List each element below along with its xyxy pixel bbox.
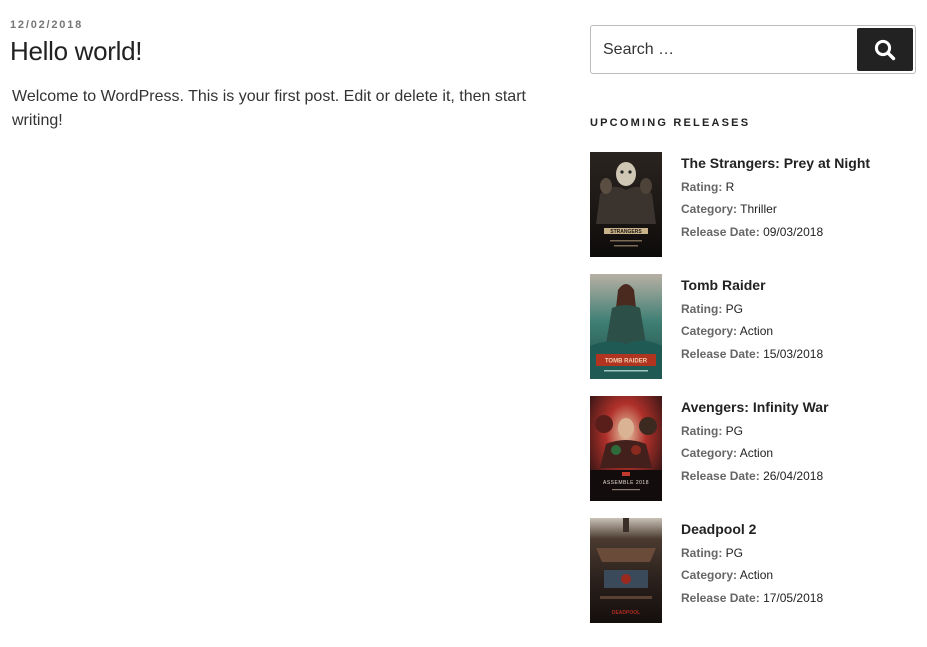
rating-label: Rating:: [681, 301, 723, 316]
movie-rating: Rating: R: [681, 180, 916, 195]
movie-info: Deadpool 2 Rating: PG Category: Action R…: [681, 520, 916, 606]
movie-category: Category: Thriller: [681, 202, 916, 217]
movie-poster[interactable]: ASSEMBLE 2018: [590, 396, 662, 501]
list-item: DEADPOOL Deadpool 2 Rating: PG Category:…: [590, 518, 916, 640]
release-date-label: Release Date:: [681, 346, 760, 361]
search-form: [590, 25, 916, 74]
post-title[interactable]: Hello world!: [10, 36, 550, 66]
poster-title: ASSEMBLE 2018: [603, 480, 649, 486]
category-label: Category:: [681, 202, 738, 216]
rating-label: Rating:: [681, 423, 723, 438]
movie-list: STRANGERS The Strangers: Prey at Night R…: [590, 152, 916, 640]
movie-category: Category: Action: [681, 446, 916, 461]
movie-title[interactable]: Avengers: Infinity War: [681, 398, 916, 416]
poster-title: STRANGERS: [610, 229, 642, 235]
release-date-value: 15/03/2018: [763, 346, 824, 361]
rating-value: PG: [725, 423, 744, 438]
movie-release-date: Release Date: 26/04/2018: [681, 469, 916, 484]
movie-title[interactable]: The Strangers: Prey at Night: [681, 154, 916, 172]
list-item: TOMB RAIDER Tomb Raider Rating: PG Categ…: [590, 274, 916, 396]
movie-rating: Rating: PG: [681, 302, 916, 317]
post: 12/02/2018 Hello world! Welcome to WordP…: [10, 18, 550, 133]
rating-label: Rating:: [681, 179, 723, 194]
rating-value: R: [725, 179, 735, 194]
search-icon: [874, 39, 896, 60]
post-date[interactable]: 12/02/2018: [10, 18, 550, 32]
movie-release-date: Release Date: 09/03/2018: [681, 225, 916, 240]
movie-poster[interactable]: STRANGERS: [590, 152, 662, 257]
release-date-label: Release Date:: [681, 468, 760, 483]
movie-info: Tomb Raider Rating: PG Category: Action …: [681, 276, 916, 362]
movie-title[interactable]: Deadpool 2: [681, 520, 916, 538]
rating-label: Rating:: [681, 545, 723, 560]
release-date-label: Release Date:: [681, 224, 760, 239]
movie-info: The Strangers: Prey at Night Rating: R C…: [681, 154, 916, 240]
movie-category: Category: Action: [681, 568, 916, 583]
search-button[interactable]: [857, 28, 913, 71]
release-date-label: Release Date:: [681, 590, 760, 605]
release-date-value: 17/05/2018: [763, 590, 824, 605]
movie-title[interactable]: Tomb Raider: [681, 276, 916, 294]
poster-title: TOMB RAIDER: [605, 359, 648, 365]
category-value: Action: [739, 324, 774, 338]
rating-value: PG: [725, 545, 744, 560]
category-label: Category:: [681, 324, 738, 338]
widget-title: UPCOMING RELEASES: [590, 117, 751, 129]
category-value: Action: [739, 446, 774, 460]
movie-rating: Rating: PG: [681, 424, 916, 439]
release-date-value: 09/03/2018: [763, 224, 824, 239]
poster-title: DEADPOOL: [612, 610, 640, 616]
rating-value: PG: [725, 301, 744, 316]
search-input[interactable]: [592, 27, 856, 72]
movie-rating: Rating: PG: [681, 546, 916, 561]
post-content: Welcome to WordPress. This is your first…: [12, 88, 526, 129]
list-item: STRANGERS The Strangers: Prey at Night R…: [590, 152, 916, 274]
movie-info: Avengers: Infinity War Rating: PG Catego…: [681, 398, 916, 484]
category-label: Category:: [681, 446, 738, 460]
category-value: Action: [739, 568, 774, 582]
movie-poster[interactable]: DEADPOOL: [590, 518, 662, 623]
release-date-value: 26/04/2018: [763, 468, 824, 483]
category-value: Thriller: [740, 202, 777, 216]
movie-category: Category: Action: [681, 324, 916, 339]
list-item: ASSEMBLE 2018 Avengers: Infinity War Rat…: [590, 396, 916, 518]
movie-release-date: Release Date: 17/05/2018: [681, 591, 916, 606]
movie-poster[interactable]: TOMB RAIDER: [590, 274, 662, 379]
movie-release-date: Release Date: 15/03/2018: [681, 347, 916, 362]
sidebar: UPCOMING RELEASES: [590, 25, 916, 640]
category-label: Category:: [681, 568, 738, 582]
